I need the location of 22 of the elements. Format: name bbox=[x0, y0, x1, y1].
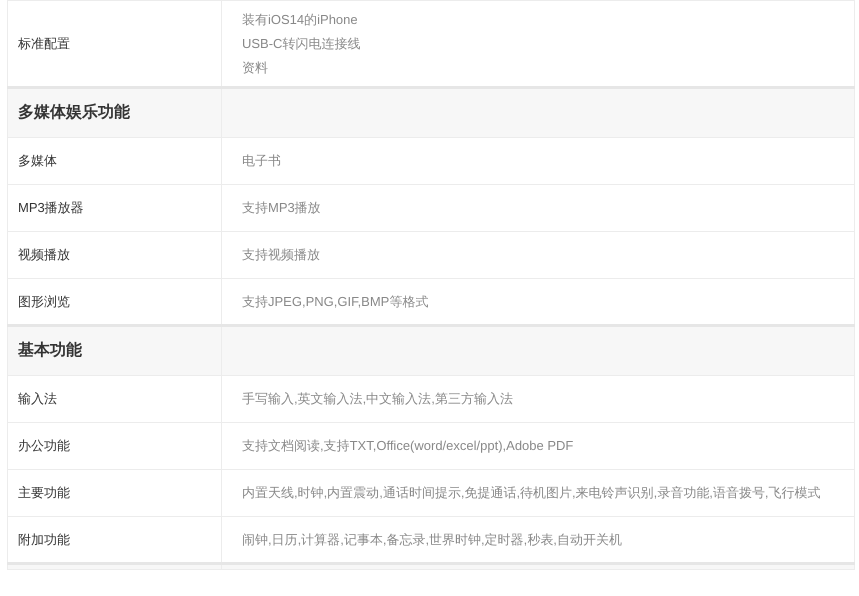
spec-value: 支持MP3播放 bbox=[242, 199, 322, 217]
section-title: 多媒体娱乐功能 bbox=[18, 104, 130, 121]
spec-label: 标准配置 bbox=[18, 36, 70, 51]
spec-label: 主要功能 bbox=[18, 485, 70, 500]
spec-label: 视频播放 bbox=[18, 247, 70, 262]
spec-value: USB-C转闪电连接线 bbox=[242, 34, 362, 52]
spec-value: 内置天线,时钟,内置震动,通话时间提示,免提通话,待机图片,来电铃声识别,录音功能,语音拨号,飞行模式 bbox=[242, 484, 822, 502]
spec-value: 支持视频播放 bbox=[242, 246, 321, 264]
spec-value: 手写输入,英文输入法,中文输入法,第三方输入法 bbox=[242, 390, 514, 408]
spec-label: 输入法 bbox=[18, 391, 57, 406]
spec-label: MP3播放器 bbox=[18, 200, 84, 216]
section-title: 基本功能 bbox=[18, 342, 82, 359]
spec-label: 办公功能 bbox=[18, 438, 70, 454]
spec-value: 资料 bbox=[242, 58, 269, 76]
spec-value: 支持JPEG,PNG,GIF,BMP等格式 bbox=[242, 292, 430, 310]
spec-label: 附加功能 bbox=[18, 532, 70, 547]
spec-value: 电子书 bbox=[242, 152, 282, 170]
spec-value: 闹钟,日历,计算器,记事本,备忘录,世界时钟,定时器,秒表,自动开关机 bbox=[242, 530, 623, 548]
spec-label: 图形浏览 bbox=[18, 294, 70, 309]
spec-value: 支持文档阅读,支持TXT,Office(word/excel/ppt),Adobe PDF bbox=[242, 437, 574, 455]
spec-label: 多媒体 bbox=[18, 153, 57, 168]
spec-value: 装有iOS14的iPhone bbox=[242, 10, 359, 28]
